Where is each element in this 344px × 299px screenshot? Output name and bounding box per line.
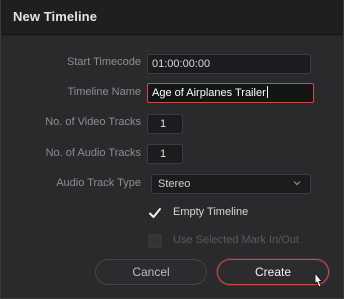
checkmark-icon[interactable]	[147, 205, 163, 221]
video-tracks-value: 1	[160, 118, 167, 130]
audio-tracks-field[interactable]: 1	[147, 144, 183, 164]
audio-track-type-value: Stereo	[158, 178, 191, 190]
audio-track-type-label: Audio Track Type	[56, 177, 141, 189]
text-caret	[266, 86, 268, 98]
start-timecode-label: Start Timecode	[67, 56, 141, 68]
checkbox-disabled-icon	[148, 234, 162, 248]
cancel-button[interactable]: Cancel	[95, 259, 207, 285]
timeline-name-value: Age of Airplanes Trailer	[152, 87, 266, 99]
audio-tracks-label: No. of Audio Tracks	[45, 147, 141, 159]
video-tracks-field[interactable]: 1	[147, 114, 183, 134]
start-timecode-field[interactable]: 01:00:00:00	[147, 54, 311, 74]
video-tracks-label: No. of Video Tracks	[45, 116, 141, 128]
dialog-title: New Timeline	[13, 9, 98, 24]
new-timeline-dialog: New Timeline Start Timecode 01:00:00:00 …	[0, 0, 344, 299]
timeline-name-label: Timeline Name	[67, 86, 141, 98]
audio-track-type-select[interactable]: Stereo	[151, 174, 311, 194]
use-selected-mark-label: Use Selected Mark In/Out	[173, 234, 299, 246]
start-timecode-value: 01:00:00:00	[152, 58, 211, 70]
empty-timeline-label: Empty Timeline	[173, 206, 249, 218]
timeline-name-field[interactable]: Age of Airplanes Trailer	[147, 83, 314, 103]
title-bar: New Timeline	[1, 0, 343, 35]
audio-tracks-value: 1	[160, 148, 167, 160]
mouse-pointer-icon	[314, 272, 323, 288]
chevron-down-icon	[293, 181, 301, 186]
